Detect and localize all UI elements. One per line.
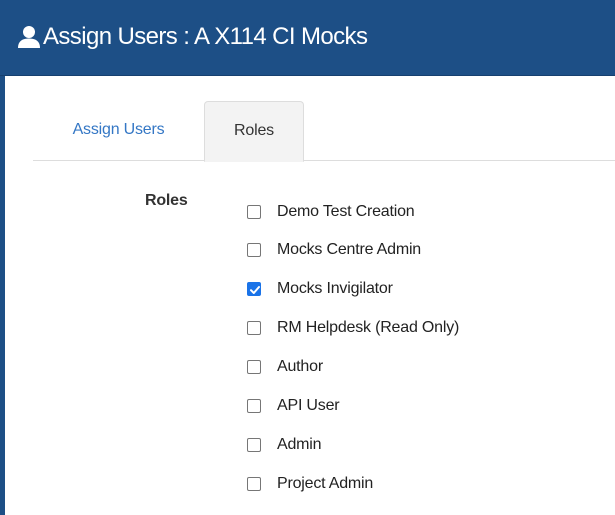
checkbox[interactable] <box>247 243 261 257</box>
role-item-demo-test-creation[interactable]: Demo Test Creation <box>247 201 587 223</box>
role-item-admin[interactable]: Admin <box>247 434 587 456</box>
role-label: Admin <box>277 436 322 453</box>
role-label: Mocks Invigilator <box>277 280 393 297</box>
role-item-project-admin[interactable]: Project Admin <box>247 473 587 495</box>
checkbox-checked[interactable] <box>247 282 261 296</box>
checkbox[interactable] <box>247 438 261 452</box>
role-item-mocks-invigilator[interactable]: Mocks Invigilator <box>247 278 587 300</box>
role-label: Project Admin <box>277 475 374 492</box>
tab-assign-users[interactable]: Assign Users <box>33 101 204 161</box>
checkbox[interactable] <box>247 399 261 413</box>
check-icon <box>250 286 260 294</box>
checkbox[interactable] <box>247 321 261 335</box>
modal-header: Assign Users : A X114 CI Mocks <box>0 0 615 76</box>
modal-title: Assign Users : A X114 CI Mocks <box>43 23 368 50</box>
role-item-rm-helpdesk-read-only[interactable]: RM Helpdesk (Read Only) <box>247 317 587 339</box>
checkbox[interactable] <box>247 360 261 374</box>
left-rail <box>0 76 5 515</box>
role-item-api-user[interactable]: API User <box>247 395 587 417</box>
tab-bar: Assign Users Roles <box>33 101 615 162</box>
checkbox[interactable] <box>247 205 261 219</box>
role-item-author[interactable]: Author <box>247 356 587 378</box>
role-label: Author <box>277 358 323 375</box>
role-label: API User <box>277 397 340 414</box>
role-label: Demo Test Creation <box>277 203 415 220</box>
tab-roles[interactable]: Roles <box>204 101 304 162</box>
role-label: Mocks Centre Admin <box>277 241 422 258</box>
assign-users-modal: Assign Users : A X114 CI Mocks Assign Us… <box>0 0 615 515</box>
user-icon <box>17 25 41 49</box>
role-label: RM Helpdesk (Read Only) <box>277 319 460 336</box>
roles-field-label: Roles <box>145 192 188 209</box>
checkbox[interactable] <box>247 477 261 491</box>
role-item-mocks-centre-admin[interactable]: Mocks Centre Admin <box>247 239 587 261</box>
